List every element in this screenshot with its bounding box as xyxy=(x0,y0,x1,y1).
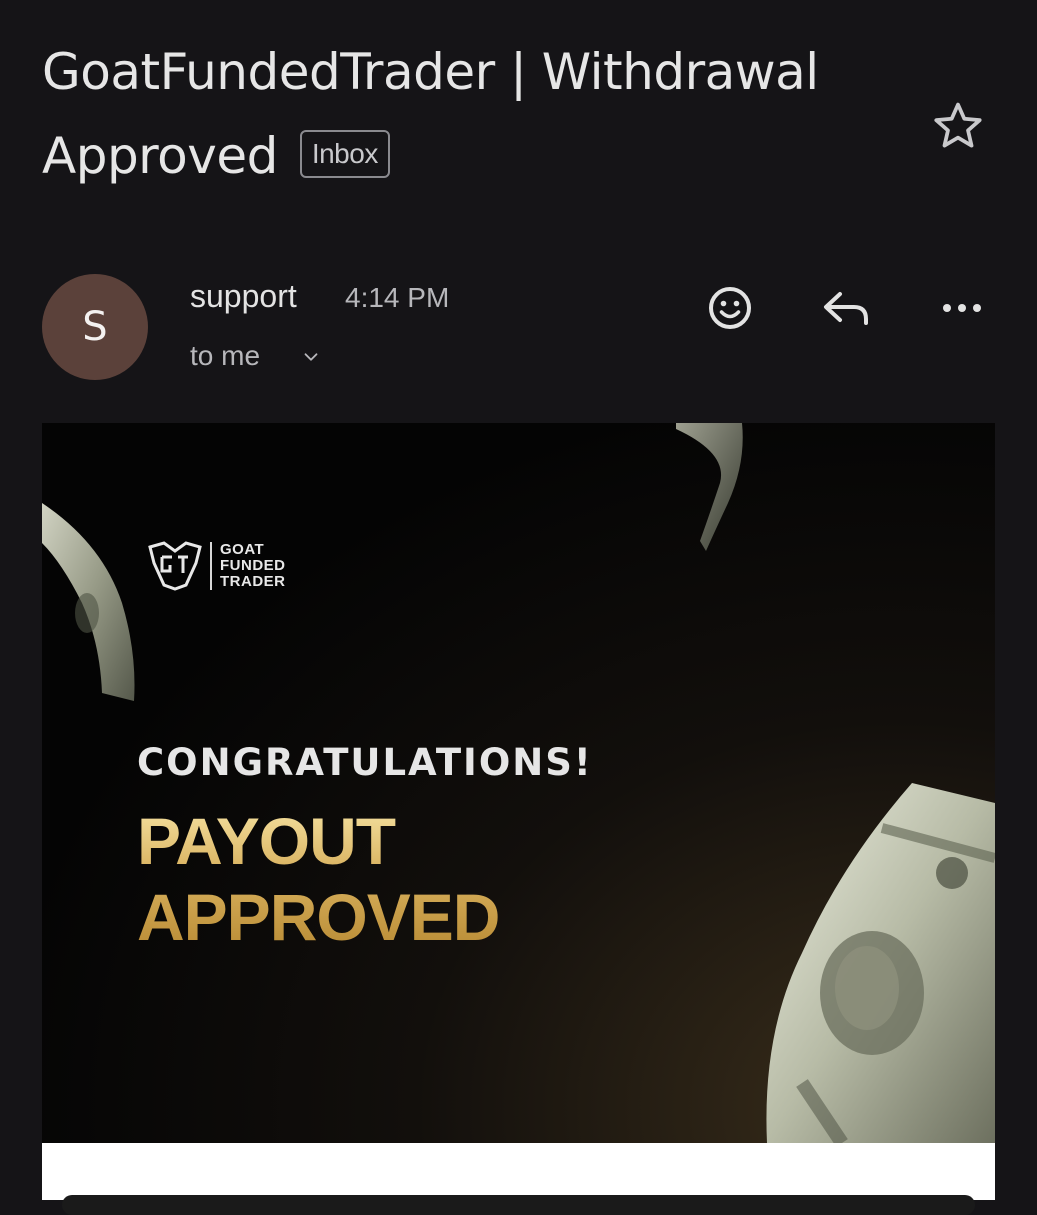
banner-title-line2: APPROVED xyxy=(137,880,500,954)
inbox-label-chip[interactable]: Inbox xyxy=(299,129,390,178)
star-icon[interactable] xyxy=(930,98,986,154)
sender-name[interactable]: support xyxy=(190,278,297,315)
logo-line-trader: TRADER xyxy=(220,573,286,590)
email-subject-text: GoatFundedTrader | Withdrawal Approved xyxy=(42,43,819,185)
email-subject: GoatFundedTrader | Withdrawal Approved In… xyxy=(42,30,902,198)
email-body-button-top[interactable] xyxy=(62,1195,975,1215)
emoji-react-icon[interactable] xyxy=(702,280,758,336)
chevron-down-icon[interactable] xyxy=(300,346,322,368)
reply-icon[interactable] xyxy=(818,280,874,336)
logo-divider xyxy=(210,542,212,590)
logo-wordmark: GOAT FUNDED TRADER xyxy=(220,542,286,590)
recipient-summary[interactable]: to me xyxy=(190,340,260,372)
logo-line-funded: FUNDED xyxy=(220,557,286,574)
more-horizontal-icon[interactable] xyxy=(934,280,990,336)
banner-title-line1: PAYOUT xyxy=(137,804,396,878)
goat-funded-trader-logo: GOAT FUNDED TRADER xyxy=(146,541,286,591)
avatar-initial: S xyxy=(82,304,108,350)
payout-banner-image: GOAT FUNDED TRADER CONGRATULATIONS! PAYO… xyxy=(42,423,995,1143)
money-bill-left xyxy=(42,503,135,701)
email-body-card xyxy=(42,1143,995,1215)
banner-headline: CONGRATULATIONS! xyxy=(137,741,593,784)
money-bill-right xyxy=(766,783,995,1143)
gft-logo-mark-icon xyxy=(148,541,202,591)
sender-avatar[interactable]: S xyxy=(42,274,148,380)
banner-title: PAYOUT APPROVED xyxy=(137,803,499,955)
logo-line-goat: GOAT xyxy=(220,541,265,558)
sent-time: 4:14 PM xyxy=(345,282,450,313)
money-bill-top xyxy=(676,423,743,551)
